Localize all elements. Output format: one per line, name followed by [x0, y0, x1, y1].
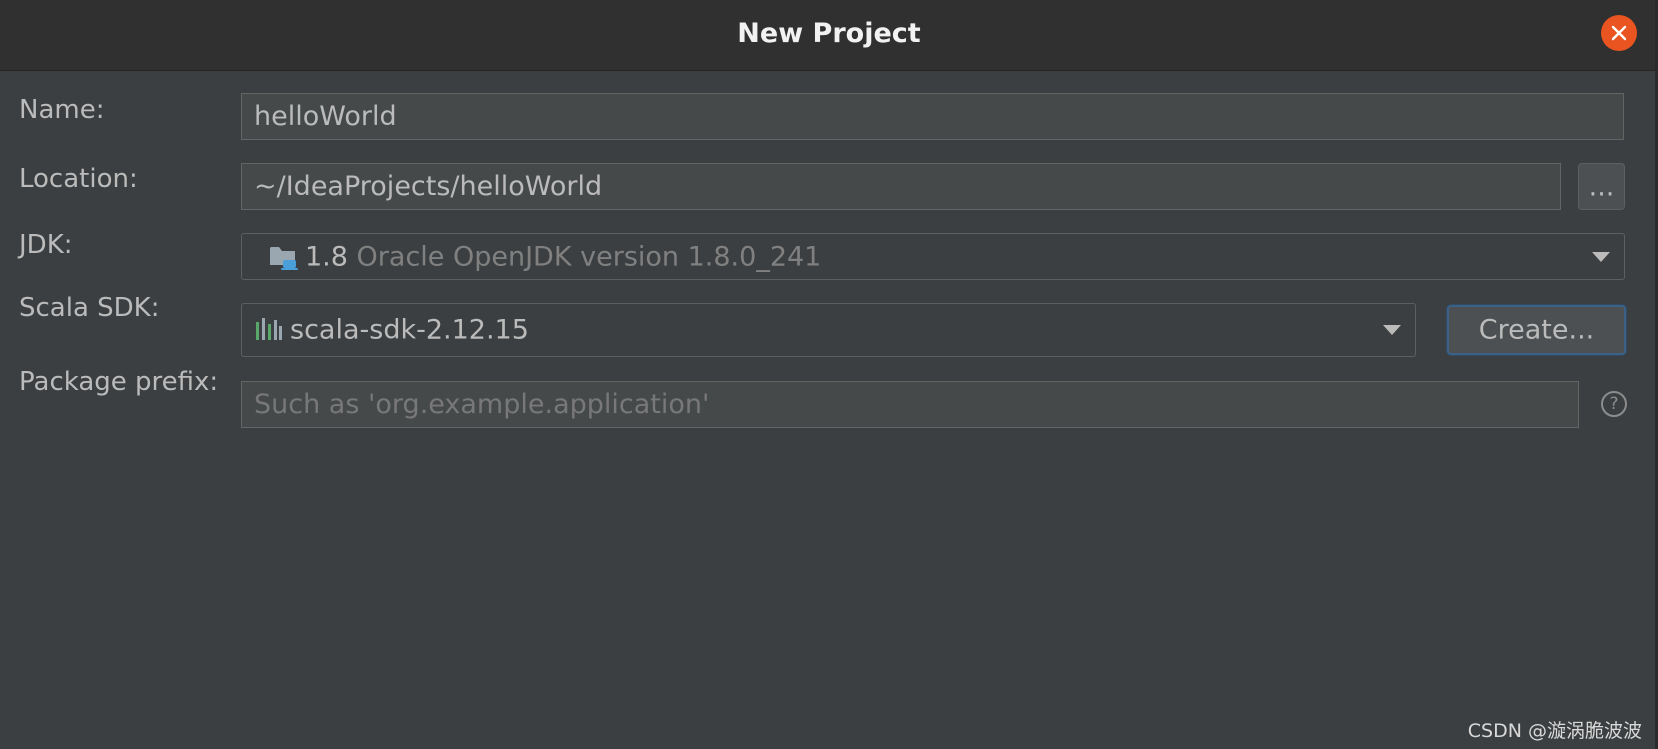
name-input[interactable] — [242, 94, 1623, 139]
jdk-select[interactable]: 1.8 Oracle OpenJDK version 1.8.0_241 — [241, 233, 1625, 280]
location-label: Location: — [19, 164, 138, 194]
chevron-down-icon — [1592, 251, 1610, 262]
scala-sdk-value: scala-sdk-2.12.15 — [290, 314, 529, 346]
scala-library-icon — [255, 316, 283, 349]
form-panel: Name: Location: ... JDK: 1.8 Oracle O — [0, 71, 1655, 749]
browse-location-button[interactable]: ... — [1578, 163, 1625, 210]
jdk-version: 1.8 — [305, 241, 348, 272]
scala-sdk-select[interactable]: scala-sdk-2.12.15 — [241, 303, 1416, 357]
name-field-container — [241, 93, 1624, 140]
chevron-down-icon — [1383, 325, 1401, 335]
close-icon — [1611, 25, 1627, 41]
create-button-label: Create... — [1478, 314, 1595, 346]
browse-button-label: ... — [1588, 171, 1615, 202]
help-icon[interactable]: ? — [1601, 391, 1627, 417]
dialog-title: New Project — [737, 18, 921, 49]
folder-jdk-icon — [269, 243, 299, 278]
title-bar: New Project — [0, 0, 1658, 71]
jdk-description: Oracle OpenJDK version 1.8.0_241 — [356, 241, 822, 272]
watermark: CSDN @漩涡脆波波 — [1467, 720, 1642, 742]
name-label: Name: — [19, 95, 105, 125]
package-prefix-input[interactable] — [242, 382, 1578, 427]
package-prefix-field-container — [241, 381, 1579, 428]
location-input[interactable] — [242, 164, 1560, 209]
location-field-container — [241, 163, 1561, 210]
package-prefix-label: Package prefix: — [19, 367, 219, 397]
close-button[interactable] — [1601, 15, 1637, 51]
jdk-label: JDK: — [19, 230, 73, 260]
create-scala-sdk-button[interactable]: Create... — [1447, 305, 1626, 355]
scala-sdk-label: Scala SDK: — [19, 293, 160, 323]
new-project-dialog: New Project Name: Location: ... JDK: — [0, 0, 1658, 749]
